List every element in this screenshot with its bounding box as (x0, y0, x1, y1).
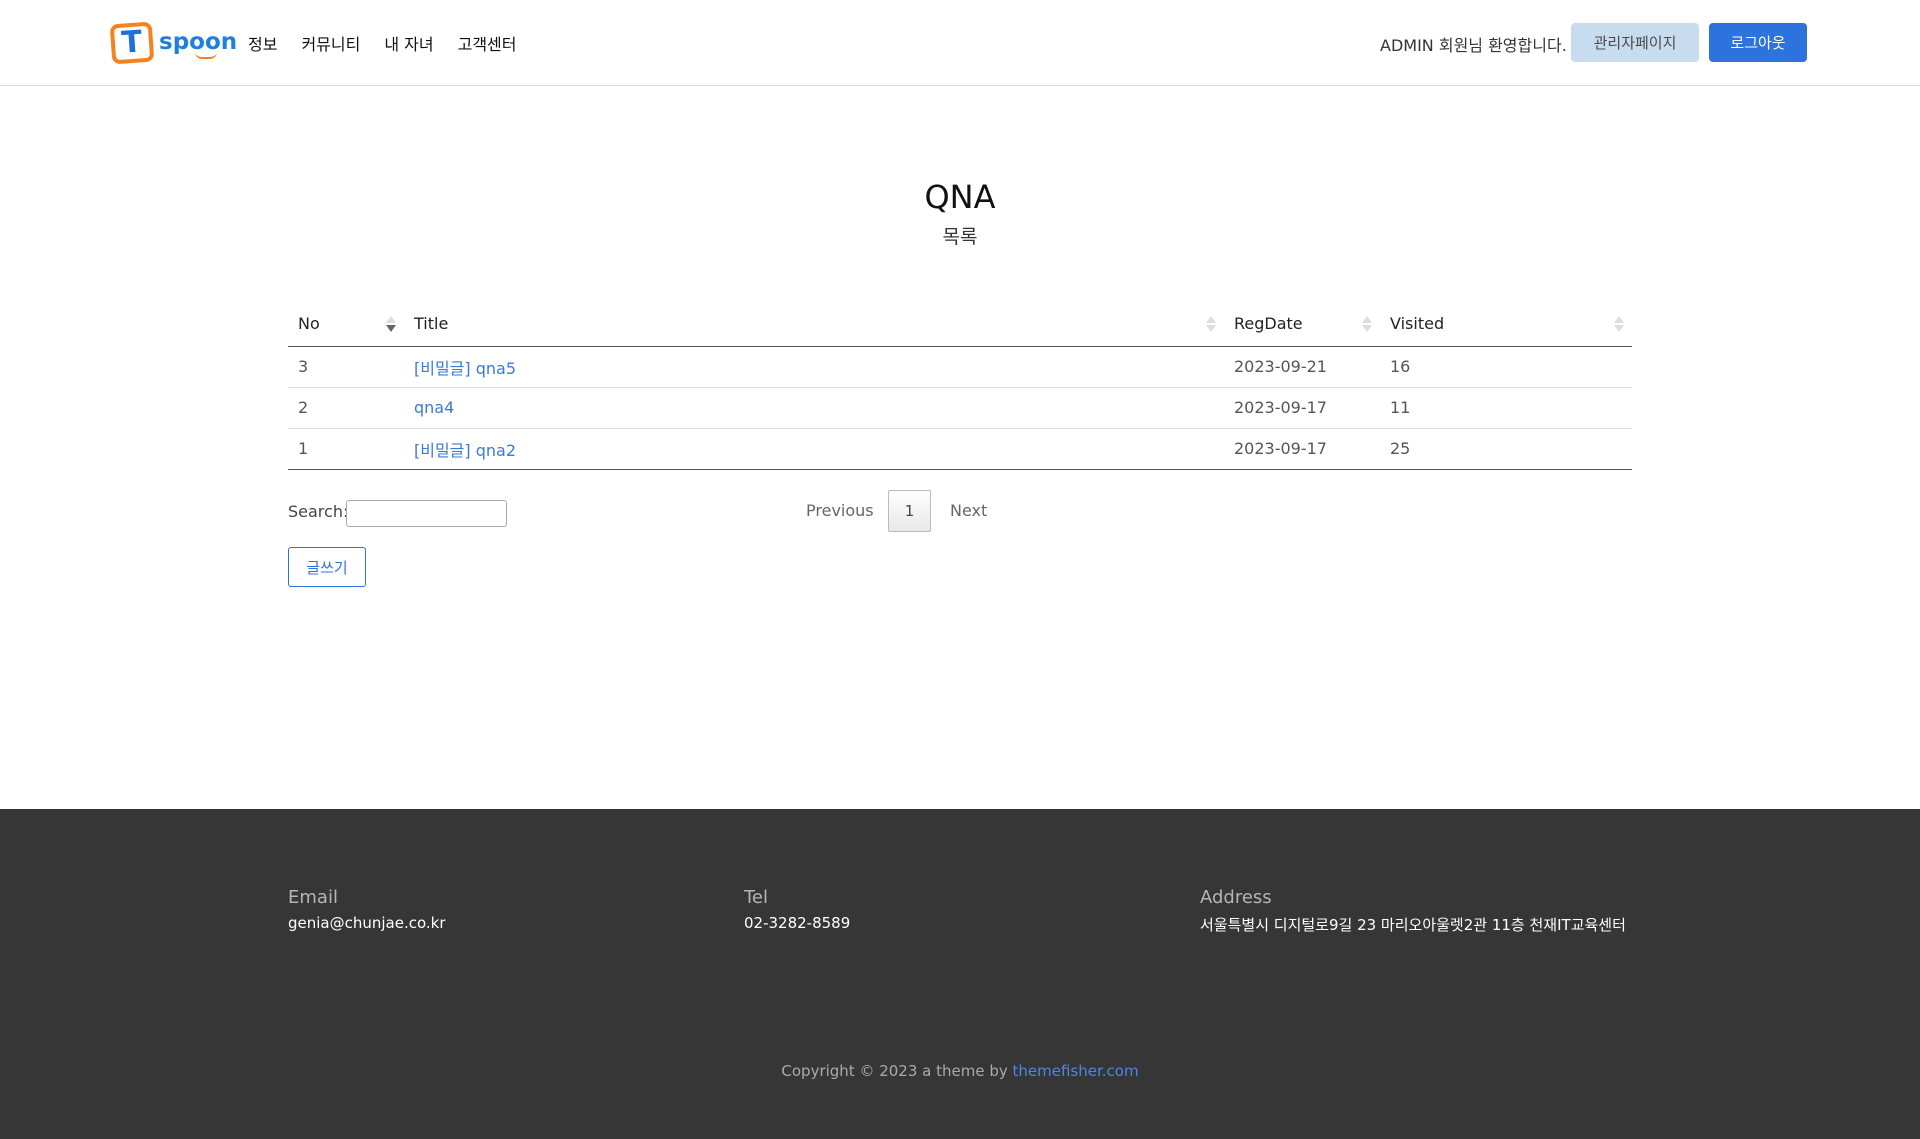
sort-icon (1362, 316, 1372, 334)
cell-title: qna4 (404, 387, 1224, 429)
cell-no: 1 (288, 428, 404, 470)
footer-email-label: Email (288, 887, 338, 908)
page-subtitle: 목록 (942, 226, 978, 248)
column-label: No (298, 314, 320, 334)
footer-tel: Tel 02-3282-8589 (744, 887, 850, 932)
footer-tel-label: Tel (744, 887, 769, 908)
column-label: Title (414, 314, 449, 334)
column-header-no[interactable]: No (288, 302, 404, 347)
nav-item-community[interactable]: 커뮤니티 (301, 31, 360, 55)
column-header-title[interactable]: Title (404, 302, 1224, 347)
sort-icon (1206, 316, 1216, 334)
main-nav: 정보 커뮤니티 내 자녀 고객센터 (248, 31, 516, 55)
cell-visited: 16 (1380, 346, 1632, 388)
post-link[interactable]: [비밀글] qna2 (414, 441, 516, 460)
nav-item-customer-center[interactable]: 고객센터 (458, 31, 517, 55)
footer-address-label: Address (1200, 887, 1272, 908)
cell-no: 3 (288, 346, 404, 388)
cell-title: [비밀글] qna2 (404, 428, 1224, 470)
site-footer: Email genia@chunjae.co.kr Tel 02-3282-85… (0, 809, 1920, 1139)
page-button-1[interactable]: 1 (888, 490, 931, 532)
table-row: 3 [비밀글] qna5 2023-09-21 16 (288, 346, 1632, 388)
cell-no: 2 (288, 387, 404, 429)
cell-regdate: 2023-09-21 (1224, 346, 1380, 388)
cell-visited: 25 (1380, 428, 1632, 470)
cell-visited: 11 (1380, 387, 1632, 429)
nav-item-info[interactable]: 정보 (248, 31, 277, 55)
logo-text: spoon (159, 29, 238, 59)
previous-page-link[interactable]: Previous (806, 501, 874, 520)
post-link[interactable]: qna4 (414, 398, 454, 417)
sort-icon (1614, 316, 1624, 334)
welcome-message: ADMIN 회원님 환영합니다. (1380, 36, 1567, 55)
admin-page-button[interactable]: 관리자페이지 (1571, 23, 1699, 62)
logout-button[interactable]: 로그아웃 (1709, 23, 1807, 62)
column-header-regdate[interactable]: RegDate (1224, 302, 1380, 347)
table-row: 1 [비밀글] qna2 2023-09-17 25 (288, 428, 1632, 470)
cell-regdate: 2023-09-17 (1224, 428, 1380, 470)
footer-address-value: 서울특별시 디지털로9길 23 마리오아울렛2관 11층 천재IT교육센터 (1200, 916, 1626, 934)
footer-address: Address 서울특별시 디지털로9길 23 마리오아울렛2관 11층 천재I… (1200, 887, 1626, 935)
cell-regdate: 2023-09-17 (1224, 387, 1380, 429)
qna-table: No Title RegDate Visited 3 [비밀글] qna5 20… (288, 302, 1632, 470)
logo-icon: T (109, 21, 155, 65)
sort-desc-icon (386, 316, 396, 334)
column-label: RegDate (1234, 314, 1303, 334)
column-header-visited[interactable]: Visited (1380, 302, 1632, 347)
write-post-button[interactable]: 글쓰기 (288, 547, 366, 587)
next-page-link[interactable]: Next (950, 501, 987, 520)
table-row: 2 qna4 2023-09-17 11 (288, 387, 1632, 429)
column-label: Visited (1390, 314, 1445, 334)
site-header: T spoon 정보 커뮤니티 내 자녀 고객센터 ADMIN 회원님 환영합니… (0, 0, 1920, 86)
post-link[interactable]: [비밀글] qna5 (414, 359, 516, 378)
footer-email: Email genia@chunjae.co.kr (288, 887, 446, 932)
copyright: Copyright © 2023 a theme by themefisher.… (0, 1062, 1920, 1080)
nav-item-my-child[interactable]: 내 자녀 (384, 31, 433, 55)
footer-email-value: genia@chunjae.co.kr (288, 914, 446, 932)
page-title: QNA (924, 178, 996, 216)
footer-tel-value: 02-3282-8589 (744, 914, 851, 932)
site-logo[interactable]: T spoon (109, 21, 238, 65)
themefisher-link[interactable]: themefisher.com (1013, 1062, 1139, 1080)
logo-letter: T (120, 24, 144, 61)
copyright-text: Copyright © 2023 a theme by (781, 1062, 1008, 1080)
table-header-row: No Title RegDate Visited (288, 302, 1632, 347)
cell-title: [비밀글] qna5 (404, 346, 1224, 388)
search-input[interactable] (346, 500, 507, 527)
search-label: Search: (288, 502, 349, 521)
